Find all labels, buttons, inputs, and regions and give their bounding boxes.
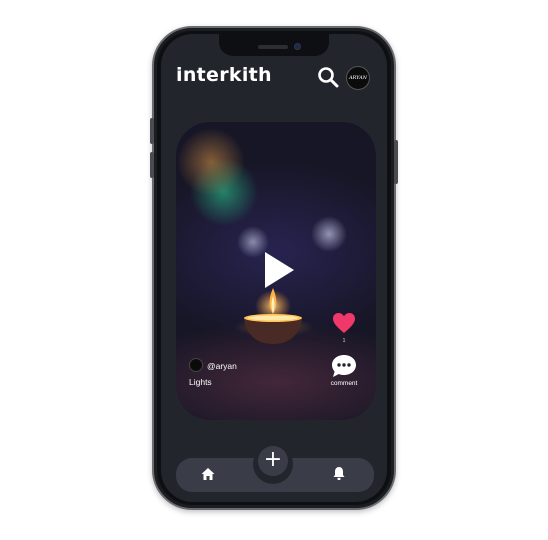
like-count: 1 [342, 338, 346, 344]
comment-icon[interactable] [331, 354, 357, 378]
app-logo: interkith [176, 64, 272, 86]
home-icon[interactable] [201, 467, 215, 481]
play-icon[interactable] [262, 250, 296, 290]
comment-label[interactable]: comment [322, 380, 366, 387]
profile-avatar[interactable]: ARYAN [346, 66, 370, 90]
speaker [258, 45, 288, 49]
volume-down-button [150, 152, 154, 178]
bell-icon[interactable] [332, 466, 346, 481]
power-button [394, 140, 398, 184]
creator-handle[interactable]: @aryan [207, 361, 237, 371]
search-icon[interactable] [317, 66, 339, 88]
add-button[interactable]: + [258, 446, 288, 476]
video-caption: Lights [189, 377, 212, 387]
heart-icon[interactable] [332, 312, 356, 334]
creator-avatar[interactable] [189, 358, 203, 372]
volume-up-button [150, 118, 154, 144]
front-camera [294, 43, 301, 50]
